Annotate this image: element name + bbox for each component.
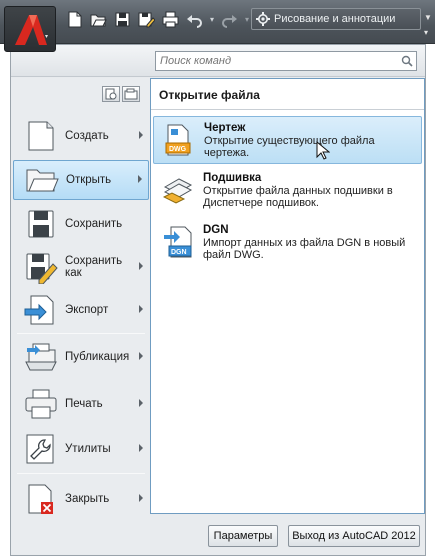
open-sheet-set-title: Подшивка: [203, 172, 262, 184]
separator: [151, 109, 424, 110]
open-drawing-desc: Открытие существующего файла чертежа.: [204, 135, 375, 159]
import-dgn-desc: Импорт данных из файла DGN в новый файл …: [203, 237, 406, 261]
save-as-icon: [23, 250, 59, 285]
undo-icon[interactable]: [186, 11, 203, 28]
chevron-right-icon: [138, 175, 142, 183]
chevron-right-icon: [139, 444, 143, 452]
import-dgn-item[interactable]: DGN DGN Импорт данных из файла DGN в нов…: [153, 219, 422, 267]
export-icon: [23, 293, 59, 327]
menu-footer: Параметры Выход из AutoCAD 2012: [150, 515, 425, 555]
application-button[interactable]: [4, 6, 56, 52]
redo-dropdown-icon[interactable]: ▾: [245, 15, 249, 24]
open-documents-icon: [124, 88, 138, 100]
qat-overflow-icon[interactable]: ▾: [424, 28, 428, 37]
open-sheet-set-item[interactable]: Подшивка Открытие файла данных подшивки …: [153, 167, 422, 215]
search-row: [11, 45, 425, 77]
quick-access-toolbar: ▾ ▾ Рисование и аннотации ▼ ▾: [0, 0, 435, 44]
search-input[interactable]: [156, 52, 396, 70]
cmd-export[interactable]: Экспорт: [13, 291, 149, 329]
open-icon[interactable]: [90, 11, 107, 28]
workspace-label: Рисование и аннотации: [274, 13, 396, 25]
dgn-badge: DGN: [171, 249, 187, 256]
cmd-open[interactable]: Открыть: [13, 160, 149, 200]
workspace-dropdown-icon[interactable]: ▼: [424, 13, 432, 22]
save-as-icon[interactable]: [138, 11, 156, 28]
cmd-save-as[interactable]: Сохранить как: [13, 248, 149, 286]
cmd-utilities-label: Утилиты: [65, 443, 111, 455]
cmd-publish-label: Публикация: [65, 351, 130, 363]
cmd-save-label: Сохранить: [65, 218, 123, 230]
dgn-file-icon: DGN: [163, 225, 193, 259]
open-drawing-item[interactable]: DWG Чертеж Открытие существующего файла …: [153, 116, 422, 164]
new-document-icon: [23, 119, 59, 153]
cmd-export-label: Экспорт: [65, 304, 109, 316]
recent-documents-toggle[interactable]: [102, 86, 120, 102]
exit-autocad-button[interactable]: Выход из AutoCAD 2012: [288, 525, 420, 547]
sheet-set-icon: [162, 173, 193, 207]
import-dgn-title: DGN: [203, 224, 229, 236]
undo-dropdown-icon[interactable]: ▾: [210, 15, 214, 24]
chevron-right-icon: [139, 352, 143, 360]
chevron-right-icon: [139, 262, 143, 270]
cmd-close-label: Закрыть: [65, 493, 110, 505]
submenu-panel: Открытие файла DWG Чертеж Открытие сущес…: [150, 78, 425, 514]
redo-icon[interactable]: [221, 11, 238, 28]
print-icon[interactable]: [162, 11, 179, 28]
quick-access-icons: ▾ ▾: [66, 11, 249, 28]
open-folder-icon: [24, 163, 60, 197]
cmd-print-label: Печать: [65, 398, 103, 410]
cmd-publish[interactable]: Публикация: [13, 338, 149, 376]
autocad-logo-icon: [15, 15, 48, 45]
cmd-open-label: Открыть: [66, 174, 112, 186]
dwg-badge: DWG: [169, 146, 187, 153]
cmd-create[interactable]: Создать: [13, 117, 149, 155]
printer-icon: [23, 387, 59, 421]
search-box[interactable]: [155, 51, 417, 71]
open-documents-toggle[interactable]: [122, 86, 140, 102]
save-icon[interactable]: [114, 11, 131, 28]
new-icon[interactable]: [66, 11, 83, 28]
cmd-close[interactable]: Закрыть: [13, 480, 149, 518]
panel-title: Открытие файла: [159, 88, 260, 102]
chevron-right-icon: [139, 494, 143, 502]
close-document-icon: [23, 482, 59, 516]
save-disk-icon: [23, 207, 59, 241]
dwg-file-icon: DWG: [164, 123, 194, 157]
cmd-utilities[interactable]: Утилиты: [13, 430, 149, 468]
chevron-right-icon: [139, 399, 143, 407]
command-list: Создать Открыть Сохранить Сохранить как: [11, 78, 150, 554]
cmd-create-label: Создать: [65, 130, 109, 142]
view-toggles: [102, 86, 140, 102]
mouse-cursor-icon: [316, 140, 331, 164]
publish-icon: [23, 340, 59, 374]
application-menu: Создать Открыть Сохранить Сохранить как: [10, 44, 426, 556]
cmd-save[interactable]: Сохранить: [13, 205, 149, 243]
separator: [17, 333, 145, 334]
open-drawing-title: Чертеж: [204, 122, 246, 134]
chevron-right-icon: [139, 131, 143, 139]
cmd-save-as-label: Сохранить как: [65, 255, 123, 279]
gear-icon: [256, 12, 270, 29]
options-button[interactable]: Параметры: [208, 525, 278, 547]
workspace-combo[interactable]: Рисование и аннотации: [251, 8, 421, 30]
cmd-print[interactable]: Печать: [13, 385, 149, 423]
search-icon[interactable]: [401, 55, 413, 70]
separator: [17, 473, 145, 474]
wrench-icon: [23, 432, 59, 466]
chevron-right-icon: [139, 305, 143, 313]
recent-documents-icon: [105, 88, 117, 100]
open-sheet-set-desc: Открытие файла данных подшивки в Диспетч…: [203, 185, 393, 209]
